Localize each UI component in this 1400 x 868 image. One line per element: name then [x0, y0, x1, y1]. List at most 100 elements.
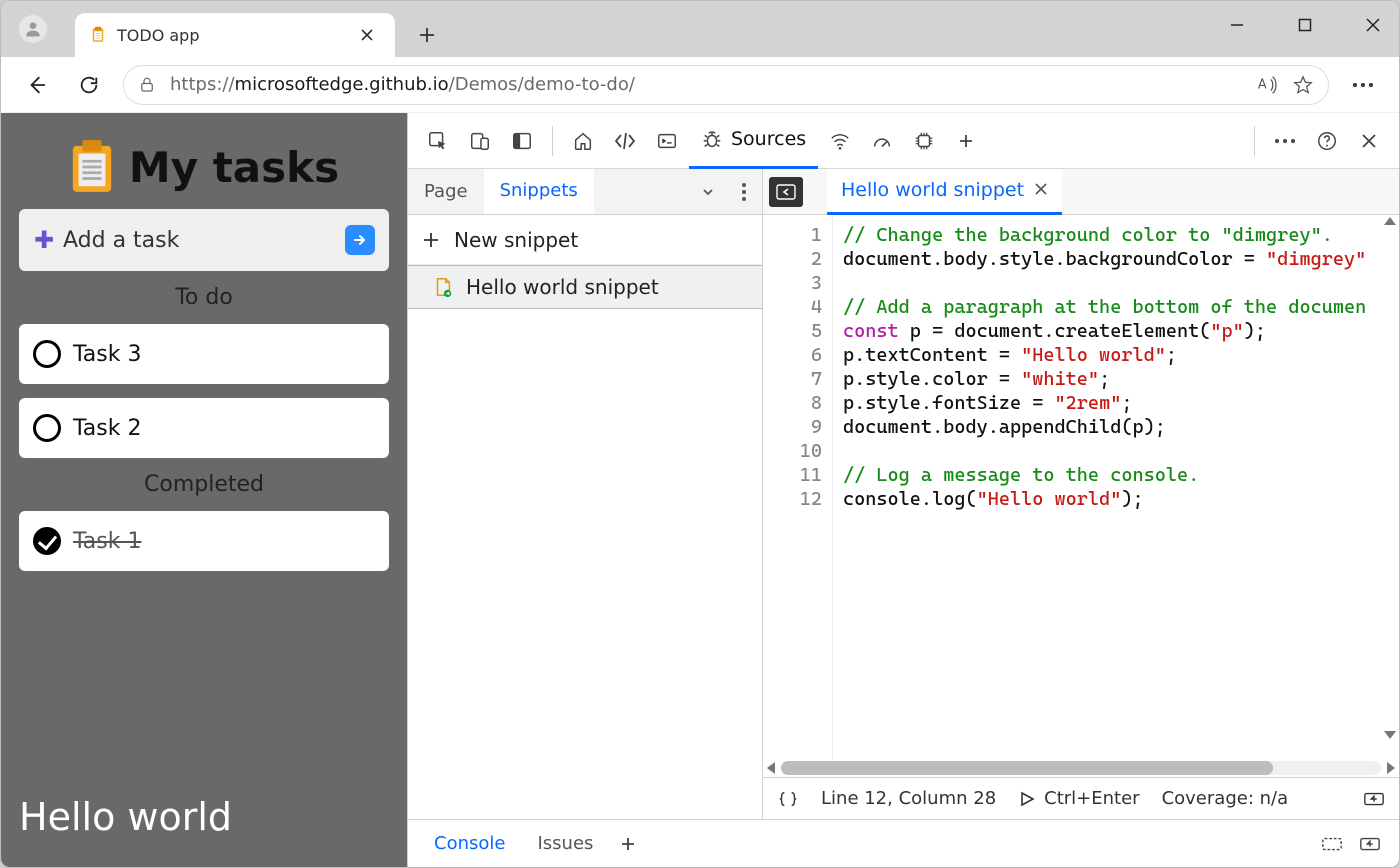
new-tab-button[interactable] [407, 15, 447, 55]
devtools-drawer: Console Issues [408, 819, 1399, 867]
line-gutter: 123456789101112 [763, 215, 833, 759]
snippet-file-icon [432, 276, 454, 298]
source-map-icon[interactable] [1363, 790, 1385, 808]
refresh-button[interactable] [71, 67, 107, 103]
task-checkbox[interactable] [33, 340, 61, 368]
device-emulation-button[interactable] [460, 121, 500, 161]
chip-icon [913, 130, 935, 152]
url-box[interactable]: https://microsoftedge.github.io/Demos/de… [123, 65, 1329, 105]
tab-close-button[interactable] [353, 21, 381, 49]
tab-title: TODO app [117, 26, 343, 45]
snippet-item[interactable]: Hello world snippet [408, 265, 762, 309]
window-minimize-button[interactable] [1217, 9, 1257, 41]
close-icon [1365, 17, 1381, 33]
read-aloud-icon[interactable]: A [1256, 74, 1278, 96]
page-title: My tasks [129, 143, 339, 192]
pretty-print-icon[interactable] [777, 789, 799, 809]
section-completed-label: Completed [19, 472, 389, 497]
editor-tab-close[interactable] [1034, 179, 1048, 201]
tab-console[interactable] [647, 121, 687, 161]
chevron-down-icon [701, 185, 715, 199]
task-checkbox[interactable] [33, 414, 61, 442]
maximize-icon [1298, 18, 1312, 32]
profile-avatar[interactable] [19, 15, 47, 43]
panel-left-icon [776, 184, 796, 200]
cursor-position: Line 12, Column 28 [821, 788, 996, 809]
navigator-more-tabs[interactable] [690, 174, 726, 210]
clipboard-icon [69, 139, 115, 195]
kebab-icon [741, 182, 747, 202]
task-item[interactable]: Task 1 [19, 511, 389, 571]
tab-welcome[interactable] [563, 121, 603, 161]
scroll-right-icon [1387, 762, 1395, 774]
editor-tab[interactable]: Hello world snippet [827, 169, 1062, 215]
close-icon [360, 28, 374, 42]
tab-memory[interactable] [904, 121, 944, 161]
wifi-icon [829, 130, 851, 152]
navigator-tab-page[interactable]: Page [408, 169, 484, 214]
close-icon [1034, 182, 1048, 196]
editor-tab-label: Hello world snippet [841, 179, 1024, 201]
inspect-element-button[interactable] [418, 121, 458, 161]
devtools-help-button[interactable] [1307, 121, 1347, 161]
ellipsis-icon [1352, 82, 1374, 88]
plus-icon [422, 231, 440, 249]
url-text: https://microsoftedge.github.io/Demos/de… [170, 74, 635, 95]
star-icon[interactable] [1292, 74, 1314, 96]
toggle-navigator-button[interactable] [769, 177, 803, 207]
more-tabs-button[interactable] [946, 121, 986, 161]
drawer-add-tab[interactable] [611, 827, 645, 861]
plus-icon: ✚ [33, 226, 55, 254]
bug-icon [701, 128, 723, 150]
refresh-icon [78, 74, 100, 96]
plus-icon [418, 26, 436, 44]
navigator-menu[interactable] [726, 174, 762, 210]
code-editor[interactable]: 123456789101112 // Change the background… [763, 215, 1399, 759]
gauge-icon [871, 130, 893, 152]
window-maximize-button[interactable] [1285, 9, 1325, 41]
inspect-icon [427, 130, 449, 152]
activity-bar-button[interactable] [502, 121, 542, 161]
editor-vertical-scrollbar[interactable] [1383, 217, 1397, 739]
task-name: Task 2 [73, 416, 141, 441]
browser-tab[interactable]: TODO app [75, 13, 395, 57]
tab-performance[interactable] [862, 121, 902, 161]
back-button[interactable] [19, 67, 55, 103]
devtools-toolbar: Sources [408, 113, 1399, 169]
tab-elements[interactable] [605, 121, 645, 161]
drawer-tab-issues[interactable]: Issues [523, 825, 607, 862]
ellipsis-icon [1274, 138, 1296, 144]
sources-navigator: Page Snippets New snippet Hello world sn… [408, 169, 763, 819]
task-checkbox[interactable] [33, 527, 61, 555]
editor-horizontal-scrollbar[interactable] [763, 759, 1399, 777]
console-icon [656, 130, 678, 152]
editor-pane: Hello world snippet 123456789101112 // C… [763, 169, 1399, 819]
close-icon [1360, 132, 1378, 150]
snippet-item-label: Hello world snippet [466, 275, 659, 299]
run-snippet-button[interactable]: Ctrl+Enter [1018, 788, 1139, 809]
code-content[interactable]: // Change the background color to "dimgr… [833, 215, 1399, 759]
scroll-left-icon [767, 762, 775, 774]
drawer-expand-button[interactable] [1353, 827, 1387, 861]
task-name: Task 3 [73, 342, 141, 367]
new-snippet-button[interactable]: New snippet [408, 215, 762, 265]
devtools-menu-button[interactable] [1265, 121, 1305, 161]
drawer-tab-console[interactable]: Console [420, 825, 519, 862]
navigator-tab-snippets[interactable]: Snippets [484, 169, 594, 214]
address-bar: https://microsoftedge.github.io/Demos/de… [1, 57, 1399, 113]
add-task-placeholder: Add a task [63, 228, 179, 253]
devtools-close-button[interactable] [1349, 121, 1389, 161]
browser-menu-button[interactable] [1345, 67, 1381, 103]
new-snippet-label: New snippet [454, 228, 578, 252]
lock-icon [138, 76, 156, 94]
add-task-input[interactable]: ✚ Add a task [19, 209, 389, 271]
task-item[interactable]: Task 3 [19, 324, 389, 384]
tab-network[interactable] [820, 121, 860, 161]
tab-sources[interactable]: Sources [689, 113, 818, 169]
add-task-submit-button[interactable] [345, 225, 375, 255]
drawer-computed-button[interactable] [1315, 827, 1349, 861]
task-item[interactable]: Task 2 [19, 398, 389, 458]
titlebar: TODO app [1, 1, 1399, 57]
arrow-right-icon [352, 232, 368, 248]
window-close-button[interactable] [1353, 9, 1393, 41]
